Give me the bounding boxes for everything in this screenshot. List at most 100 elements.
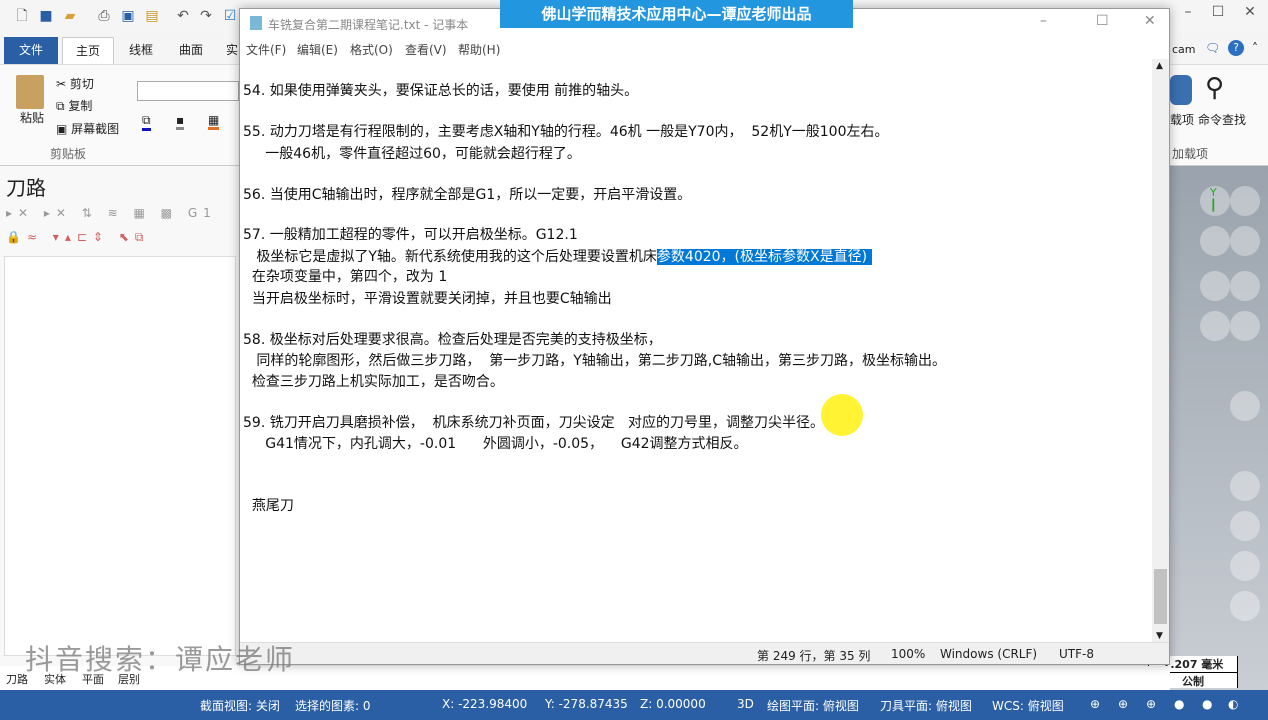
text-line: 57. 一般精加工超程的零件，可以开启极坐标。G12.1	[243, 227, 578, 243]
view-button[interactable]	[1230, 591, 1260, 621]
menu-format[interactable]: 格式(O)	[350, 41, 393, 58]
view-button[interactable]	[1230, 391, 1260, 421]
toolpath-tree[interactable]	[4, 256, 236, 656]
zoom-level: 100%	[891, 647, 926, 661]
properties-icon[interactable]: ▤	[144, 8, 160, 24]
check-icon[interactable]: ☑	[222, 8, 238, 24]
color-icon[interactable]: ⧉	[142, 113, 151, 131]
save-as-icon[interactable]: ▣	[120, 8, 136, 24]
text-line: 同样的轮廓图形，然后做三步刀路， 第一步刀路，Y轴输出，第二步刀路,C轴输出，第…	[243, 353, 947, 369]
graphics-viewport[interactable]: Y ┃ 7.207 毫米 公制	[1148, 166, 1268, 690]
scroll-down-icon[interactable]: ▼	[1156, 631, 1163, 641]
encoding: UTF-8	[1059, 647, 1094, 661]
maximize-icon[interactable]: ☐	[1210, 4, 1226, 20]
tab-surfaces[interactable]: 曲面	[168, 37, 214, 64]
save-icon[interactable]: ■	[38, 8, 54, 24]
screenshot-label: 屏幕截图	[71, 122, 120, 136]
line-style-select[interactable]	[137, 81, 239, 101]
zoom-out-button[interactable]	[1230, 226, 1260, 256]
search-icon[interactable]: ⚲	[1205, 73, 1224, 103]
feedback-icon[interactable]: 🗨	[1205, 41, 1220, 55]
maximize-icon[interactable]: ☐	[1096, 13, 1109, 29]
command-search-button[interactable]: 命令查找	[1198, 111, 1246, 128]
mode-3d-toggle[interactable]: 3D	[737, 697, 754, 711]
globe-icon[interactable]: ⊕	[1146, 697, 1156, 711]
open-icon[interactable]: ▰	[62, 8, 78, 24]
toolpath-manager: 刀路 ▸✕ ▸✕ ⇅ ≋ ▦ ▩ G1 🔒≈ ▾▴⊏⇕ ⬉⧉	[0, 166, 240, 666]
menu-edit[interactable]: 编辑(E)	[297, 41, 338, 58]
minimize-icon[interactable]: –	[1180, 4, 1196, 20]
solid-color-icon[interactable]: ▦	[208, 113, 220, 130]
gnomon-icon: Y ┃	[1210, 186, 1217, 212]
menu-view[interactable]: 查看(V)	[405, 41, 447, 58]
zoom-in-button[interactable]	[1230, 186, 1260, 216]
scroll-up-icon[interactable]: ▲	[1156, 61, 1163, 71]
section-view-status[interactable]: 截面视图: 关闭	[200, 697, 280, 714]
text-line: G41情况下，内孔调大，-0.01 外圆调小，-0.05， G42调整方式相反。	[243, 436, 748, 452]
view-button[interactable]	[1230, 551, 1260, 581]
close-icon[interactable]: ✕	[1144, 13, 1156, 29]
screenshot-button[interactable]: ▣ 屏幕截图	[56, 120, 119, 137]
shaded-sphere-icon[interactable]: ●	[1202, 697, 1212, 711]
text-editor[interactable]: 54. 如果使用弹簧夹头，要保证总长的话，要使用 前推的轴头。 55. 动力刀塔…	[240, 59, 1153, 644]
text-line: 55. 动力刀塔是有行程限制的，主要考虑X轴和Y轴的行程。46机 一般是Y70内…	[243, 124, 889, 140]
tab-home[interactable]: 主页	[62, 37, 114, 64]
notepad-menu-bar: 文件(F) 编辑(E) 格式(O) 查看(V) 帮助(H)	[240, 37, 1169, 59]
text-line: 一般46机，零件直径超过60，可能就会超行程了。	[243, 146, 581, 162]
copy-button[interactable]: ⧉ 复制	[56, 97, 92, 114]
view-button[interactable]	[1200, 311, 1230, 341]
paste-icon[interactable]	[16, 75, 44, 109]
y-coordinate: Y: -278.87435	[545, 697, 628, 711]
minimize-icon[interactable]: –	[1040, 13, 1047, 29]
toolpath-toolbar-row2[interactable]: 🔒≈ ▾▴⊏⇕ ⬉⧉	[6, 230, 149, 245]
wcs-status[interactable]: WCS: 俯视图	[992, 697, 1064, 714]
status-bar: 截面视图: 关闭 选择的图素: 0 X: -223.98400 Y: -278.…	[0, 690, 1268, 720]
scrollbar-thumb[interactable]	[1154, 569, 1167, 624]
wireframe-sphere-icon[interactable]: ◐	[1228, 697, 1238, 711]
clipboard-group-label: 剪贴板	[50, 147, 87, 161]
text-line: 56. 当使用C轴输出时，程序就全部是G1，所以一定要，开启平滑设置。	[243, 187, 692, 203]
view-button[interactable]	[1230, 311, 1260, 341]
collapse-ribbon-icon[interactable]: ˄	[1252, 41, 1258, 55]
view-button[interactable]	[1230, 471, 1260, 501]
video-banner: 佛山学而精技术应用中心—谭应老师出品	[500, 0, 853, 28]
tool-plane-status[interactable]: 刀具平面: 俯视图	[880, 697, 972, 714]
undo-icon[interactable]: ↶	[175, 8, 191, 24]
view-button[interactable]	[1200, 271, 1230, 301]
z-coordinate[interactable]: Z: 0.00000	[640, 697, 706, 711]
text-line: 54. 如果使用弹簧夹头，要保证总长的话，要使用 前推的轴头。	[243, 83, 639, 99]
tab-file[interactable]: 文件	[4, 37, 58, 64]
addins-icon[interactable]	[1170, 75, 1192, 105]
addins-button[interactable]: 载项	[1170, 111, 1194, 128]
shaded-sphere-icon[interactable]: ●	[1174, 697, 1184, 711]
tab-wireframe[interactable]: 线框	[118, 37, 164, 64]
new-file-icon[interactable]: 🗋	[14, 8, 30, 24]
globe-icon[interactable]: ⊕	[1090, 697, 1100, 711]
help-icon[interactable]: ?	[1228, 40, 1244, 56]
print-icon[interactable]: ⎙	[96, 8, 112, 24]
menu-help[interactable]: 帮助(H)	[458, 41, 500, 58]
construction-plane-status[interactable]: 绘图平面: 俯视图	[767, 697, 859, 714]
addins-group-label: 加载项	[1172, 147, 1209, 161]
text-line: 59. 铣刀开启刀具磨损补偿， 机床系统刀补页面，刀尖设定 对应的刀号里，调整刀…	[243, 415, 824, 431]
cut-button[interactable]: ✂ 剪切	[56, 75, 94, 92]
text-line: 燕尾刀	[243, 498, 294, 514]
text-line: 极坐标它是虚拟了Y轴。新代系统使用我的这个后处理要设置机床参数4020，(极坐标…	[243, 247, 872, 267]
fill-icon[interactable]: ▪	[176, 113, 185, 130]
tab-solids[interactable]: 实	[224, 37, 240, 64]
view-button[interactable]	[1230, 271, 1260, 301]
toolpath-toolbar-row1[interactable]: ▸✕ ▸✕ ⇅ ≋ ▦ ▩ G1	[6, 206, 217, 220]
vertical-scrollbar[interactable]: ▲ ▼	[1152, 59, 1169, 644]
view-button[interactable]	[1200, 226, 1230, 256]
paste-button[interactable]: 粘贴	[20, 109, 44, 126]
notepad-window: 车铣复合第二期课程笔记.txt - 记事本 – ☐ ✕ 文件(F) 编辑(E) …	[239, 8, 1170, 665]
selected-entities-status: 选择的图素: 0	[295, 699, 371, 713]
cursor-position: 第 249 行，第 35 列	[757, 649, 871, 663]
close-icon[interactable]: ✕	[1242, 4, 1258, 20]
redo-icon[interactable]: ↷	[198, 8, 214, 24]
notepad-icon	[250, 16, 262, 30]
view-button[interactable]	[1230, 511, 1260, 541]
globe-icon[interactable]: ⊕	[1118, 697, 1128, 711]
menu-file[interactable]: 文件(F)	[246, 41, 286, 58]
text-line: 58. 极坐标对后处理要求很高。检查后处理是否完美的支持极坐标，	[243, 332, 662, 348]
